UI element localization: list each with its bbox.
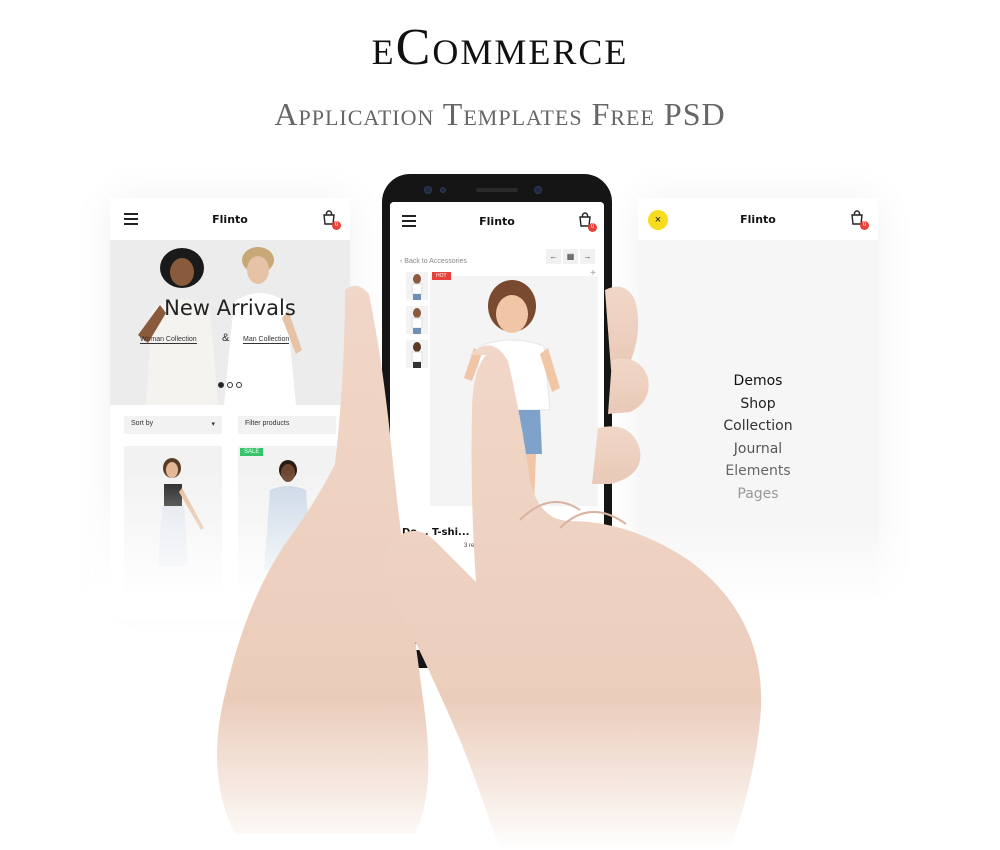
page-subtitle: Application Templates Free PSD bbox=[274, 96, 726, 132]
carousel-dot[interactable] bbox=[218, 382, 224, 388]
hero-title: New Arrivals bbox=[164, 296, 296, 320]
availability-label: Availab... bbox=[402, 579, 427, 585]
arrow-left-icon[interactable]: ← bbox=[546, 249, 561, 264]
shopping-bag-icon[interactable]: 0 bbox=[576, 211, 597, 232]
camera-icon bbox=[424, 186, 432, 194]
smartphone-device: Flinto 0 ‹ Back to Accessories ← ▦ → HOT… bbox=[382, 174, 612, 668]
filter-products-button[interactable]: Filter products bbox=[238, 416, 336, 434]
menu-item-elements[interactable]: Elements bbox=[638, 460, 878, 483]
carousel-dots bbox=[218, 382, 242, 388]
arrow-right-icon[interactable]: → bbox=[580, 249, 595, 264]
phone-screen: Flinto 0 ‹ Back to Accessories ← ▦ → HOT… bbox=[390, 202, 604, 650]
menu-item-demos[interactable]: Demos bbox=[638, 370, 878, 393]
hero-models-image bbox=[138, 247, 302, 405]
cart-count-badge: 0 bbox=[332, 221, 341, 230]
hamburger-menu-icon[interactable] bbox=[124, 213, 138, 225]
cart-count-badge: 0 bbox=[588, 223, 597, 232]
product-thumbnail[interactable] bbox=[406, 306, 428, 334]
carousel-dot[interactable] bbox=[236, 382, 242, 388]
menu-item-collection[interactable]: Collection bbox=[638, 415, 878, 438]
product-thumbnail[interactable] bbox=[406, 340, 428, 368]
app-title: Flinto bbox=[212, 212, 248, 226]
product-thumbnail[interactable] bbox=[406, 272, 428, 300]
carousel-dot[interactable] bbox=[227, 382, 233, 388]
plus-icon[interactable]: + bbox=[590, 268, 596, 279]
page-title: eCommerce bbox=[371, 19, 629, 76]
main-menu: Demos Shop Collection Journal Elements P… bbox=[638, 370, 878, 505]
front-camera-icon bbox=[534, 186, 542, 194]
menu-item-journal[interactable]: Journal bbox=[638, 438, 878, 461]
grid-icon[interactable]: ▦ bbox=[563, 249, 578, 264]
app-header: Flinto 0 bbox=[390, 202, 604, 240]
chevron-down-icon: ▾ bbox=[211, 421, 215, 428]
shopping-bag-icon[interactable]: 0 bbox=[320, 209, 341, 230]
filter-products-label: Filter products bbox=[245, 420, 290, 427]
menu-item-pages[interactable]: Pages bbox=[638, 483, 878, 506]
ampersand: & bbox=[222, 332, 230, 344]
hot-badge: HOT bbox=[432, 272, 451, 280]
app-title: Flinto bbox=[479, 214, 515, 228]
app-header: × Flinto 0 bbox=[638, 198, 878, 240]
close-icon[interactable]: × bbox=[648, 210, 668, 230]
man-collection-link[interactable]: Man Collection bbox=[243, 336, 290, 344]
speaker-grille bbox=[476, 188, 518, 192]
fade-overlay bbox=[90, 470, 380, 620]
cart-count-badge: 0 bbox=[860, 221, 869, 230]
breadcrumb: ‹ Back to Accessories ← ▦ → bbox=[400, 249, 595, 265]
shopping-bag-icon[interactable]: 0 bbox=[848, 209, 869, 230]
rating-stars: ★★★★★ bbox=[402, 544, 429, 550]
woman-collection-link[interactable]: Woman Collection bbox=[140, 336, 197, 344]
product-description: There are... but the m... form, by inj..… bbox=[402, 599, 481, 614]
app-title: Flinto bbox=[740, 212, 776, 226]
back-to-accessories-link[interactable]: Back to Accessories bbox=[404, 258, 467, 265]
product-main-image[interactable] bbox=[430, 276, 598, 506]
menu-item-shop[interactable]: Shop bbox=[638, 393, 878, 416]
sort-by-dropdown[interactable]: Sort by ▾ bbox=[124, 416, 222, 434]
app-header: Flinto 0 bbox=[110, 198, 350, 240]
sensor-icon bbox=[440, 187, 446, 193]
fade-overlay bbox=[620, 520, 910, 630]
sort-by-label: Sort by bbox=[131, 420, 154, 427]
filter-row: Sort by ▾ Filter products bbox=[124, 416, 336, 434]
sale-badge: SALE bbox=[240, 448, 264, 456]
hero-banner[interactable]: New Arrivals Woman Collection & Man Coll… bbox=[110, 240, 350, 405]
select-size-button[interactable]: SELECT S... bbox=[402, 640, 441, 646]
review-count[interactable]: 3 rev bbox=[464, 543, 477, 549]
product-price: $99 bbox=[402, 558, 418, 568]
hamburger-menu-icon[interactable] bbox=[402, 215, 416, 227]
product-name: Do... T-shi... bbox=[402, 527, 470, 538]
phone-topbar bbox=[382, 174, 612, 202]
